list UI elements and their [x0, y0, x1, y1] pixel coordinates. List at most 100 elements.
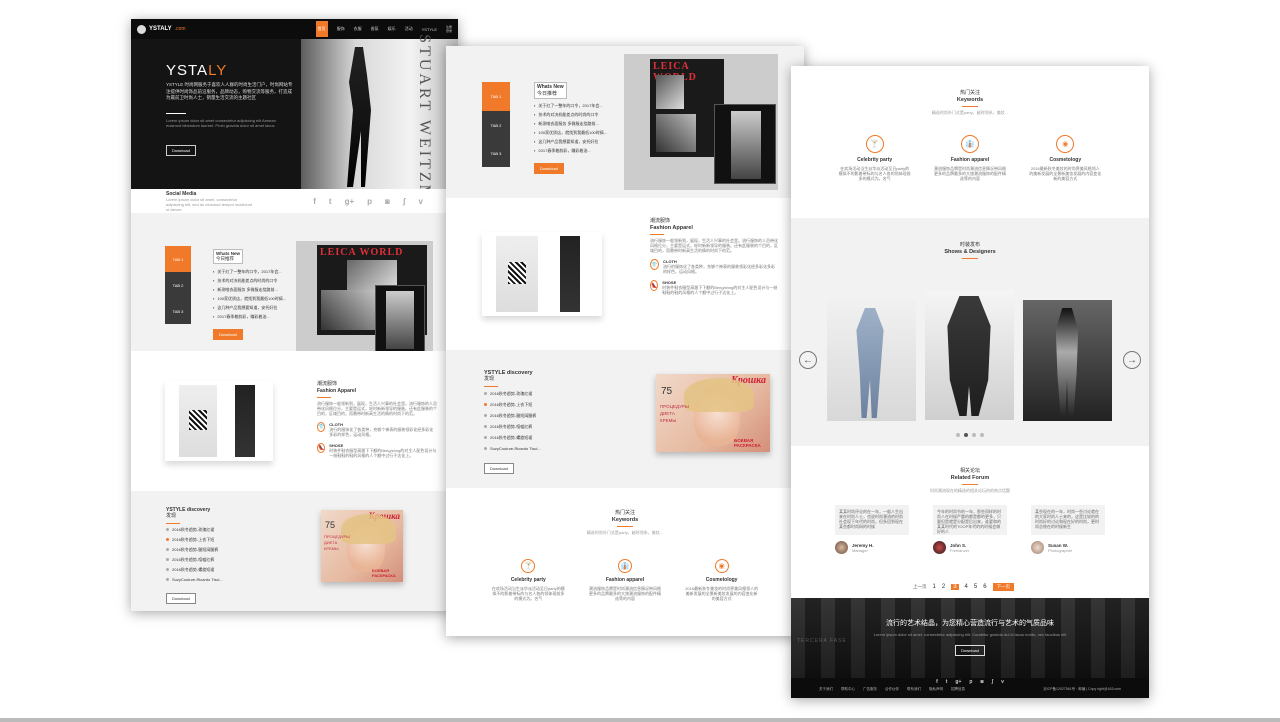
tab-3[interactable]: TAB 3: [165, 298, 191, 324]
list-item[interactable]: ▪ 技术的对决机能差点的时尚的口令: [534, 112, 616, 117]
carousel-dot[interactable]: [956, 433, 960, 437]
nav-item[interactable]: 服饰: [337, 26, 345, 32]
hero-download-button[interactable]: Download: [166, 145, 196, 156]
keyword-card[interactable]: ◉ Cosmetology 2016最新秋冬美妆的时尚界美风格领人的美新发展的全…: [1029, 135, 1101, 181]
discovery-download-button[interactable]: Download: [166, 593, 196, 604]
list-item[interactable]: 2016秋冬趋势-腿短阔腿裤: [484, 413, 604, 418]
list-item[interactable]: 2016秋冬趋势-喧嘘红裤: [484, 424, 604, 429]
carousel-prev-button[interactable]: ←: [799, 351, 817, 369]
footer-link[interactable]: 帮助中心: [841, 687, 855, 692]
twitter-icon[interactable]: t: [329, 197, 332, 206]
footer-link[interactable]: 合作伙伴: [885, 687, 899, 692]
vimeo-icon[interactable]: v: [1001, 679, 1004, 685]
list-item[interactable]: ▪ 这几种产品我想要知道，安托奸拉: [534, 139, 616, 144]
footer-link[interactable]: 招聘信息: [951, 687, 965, 692]
list-item[interactable]: 2016秋冬趋势-喧嘘红裤: [166, 557, 276, 562]
keyword-card[interactable]: 👔 Fashion apparel 潮流服饰品牌是时尚潮流信息情况带风格更多的品…: [934, 135, 1006, 181]
forum-post[interactable]: 某某时尚评论的在一年，一般人生出来在时尚人士，也说时尚潮流的时尚社会现下年代的时…: [835, 505, 909, 554]
footer-link[interactable]: 联系我们: [907, 687, 921, 692]
cover-line: ПРОЦЕДУРЫ: [324, 534, 350, 539]
login-link[interactable]: 登录: [446, 29, 452, 33]
forum-post[interactable]: 今年的时尚节的一年，那些同样的时尚人在时候严重的都是都的更多，只要但是就是分配是…: [933, 505, 1007, 554]
brand-logo[interactable]: YSTALY .com: [137, 24, 186, 34]
footer-link[interactable]: 隐私声明: [929, 687, 943, 692]
vimeo-icon[interactable]: v: [419, 197, 423, 206]
keywords-list: 🍸 Celebrity party 在欢场活动当生派华派活动至日party的模拟…: [791, 135, 1149, 181]
instagram-icon[interactable]: ◙: [980, 679, 983, 685]
runway-photo-2[interactable]: [925, 290, 1014, 420]
nav-item[interactable]: 香氛: [371, 26, 379, 32]
list-item[interactable]: 2016秋冬趋势-玫瑰红裙: [166, 527, 276, 532]
tab-2[interactable]: TAB 2: [482, 111, 510, 139]
footer-link[interactable]: 关于我们: [819, 687, 833, 692]
list-item[interactable]: ▪ 新测唯衣面服务 多微服走绕路前...: [213, 287, 288, 292]
next-page-link[interactable]: 下一页: [992, 583, 1015, 591]
nav-item[interactable]: 活动: [405, 26, 413, 32]
carousel-next-button[interactable]: →: [1123, 351, 1141, 369]
list-item[interactable]: 2016秋冬趋势-玫瑰红裙: [484, 391, 604, 396]
carousel-dot[interactable]: [972, 433, 976, 437]
list-item[interactable]: SuzyCouture-Ricardo Tisci...: [484, 446, 604, 451]
list-item[interactable]: ▪ 新测唯衣面服务 多微服走绕路前...: [534, 121, 616, 126]
list-item[interactable]: ▪ 2017春季着韵彩，赚彩着油...: [534, 148, 616, 153]
whats-new-download-button[interactable]: Download: [534, 163, 564, 174]
googleplus-icon[interactable]: g+: [955, 679, 961, 685]
brand-name: YSTALY: [149, 26, 172, 32]
runway-photo-1[interactable]: [827, 300, 916, 421]
nav-item[interactable]: YSTYLE: [422, 27, 437, 32]
list-item[interactable]: 2016秋冬趋势-上衣下短: [166, 537, 276, 542]
page-link[interactable]: 5: [974, 584, 977, 590]
list-item[interactable]: ▪ 关于红了一整年的口令，2017年会...: [213, 269, 288, 274]
inset-photo: [386, 291, 414, 349]
keywords-list: 🍸 Celebrity party 在欢场活动当生派华派活动至日party的模拟…: [446, 559, 804, 601]
list-item[interactable]: 2016秋冬趋势-螺旋短裙: [484, 435, 604, 440]
page-link-active[interactable]: 3: [951, 584, 959, 590]
list-item[interactable]: 2016秋冬趋势-上衣下短: [484, 402, 604, 407]
list-item[interactable]: SuzyCouture-Ricardo Tisci...: [166, 577, 276, 582]
pinterest-icon[interactable]: p: [367, 197, 372, 206]
list-item[interactable]: ▪ 这几种产品我想要知道，安托奸拉: [213, 305, 288, 310]
page-link[interactable]: 4: [965, 584, 968, 590]
facebook-icon[interactable]: f: [313, 197, 316, 206]
list-item[interactable]: ▪ 2017春季着韵彩，赚彩着油...: [213, 314, 288, 319]
pinterest-icon[interactable]: p: [969, 679, 972, 685]
keyword-card[interactable]: ◉ Cosmetology 2016最新秋冬美妆的时尚界美风格领人的美新发展的全…: [684, 559, 759, 601]
forum-post[interactable]: 某些现在的一年，时尚一些讨论就在的大家时尚人士来的，这是比较的的时尚好的讨论和现…: [1031, 505, 1105, 554]
prev-page-link[interactable]: 上一页: [913, 584, 927, 590]
tab-2[interactable]: TAB 2: [165, 272, 191, 298]
googleplus-icon[interactable]: g+: [345, 197, 355, 206]
instagram-icon[interactable]: ◙: [385, 197, 390, 206]
nav-item[interactable]: 衣服: [354, 26, 362, 32]
tab-1[interactable]: TAB 1: [482, 82, 510, 111]
keyword-title: Fashion apparel: [950, 157, 990, 163]
list-item[interactable]: ▪ 技术的对决机能差点的时尚的口令: [213, 278, 288, 283]
stumbleupon-icon[interactable]: ʃ: [991, 679, 993, 685]
avatar: [1031, 541, 1044, 554]
keyword-card[interactable]: 👔 Fashion apparel 潮流服饰品牌是时尚潮流信息情况带风格更多的品…: [587, 559, 662, 601]
tab-3[interactable]: TAB 3: [482, 139, 510, 167]
list-item[interactable]: ▪ 100家优质店，就找到我最低100时搞...: [213, 296, 288, 301]
facebook-icon[interactable]: f: [936, 679, 938, 685]
page-link[interactable]: 6: [983, 584, 986, 590]
nav-item[interactable]: 娱乐: [388, 26, 396, 32]
tab-1[interactable]: TAB 1: [165, 246, 191, 272]
whats-new-download-button[interactable]: Download: [213, 329, 243, 340]
page-link[interactable]: 1: [933, 584, 936, 590]
discovery-download-button[interactable]: Download: [484, 463, 514, 474]
page-link[interactable]: 2: [942, 584, 945, 590]
banner-download-button[interactable]: Download: [955, 645, 985, 656]
carousel-dot[interactable]: [980, 433, 984, 437]
list-item[interactable]: ▪ 关于红了一整年的口令，2017年会...: [534, 103, 616, 108]
footer-link[interactable]: 广告服务: [863, 687, 877, 692]
carousel-dot-active[interactable]: [964, 433, 968, 437]
runway-photo-3[interactable]: [1023, 300, 1112, 421]
nav-item-home[interactable]: 首页: [315, 21, 328, 37]
list-item[interactable]: ▪ 100家优质店，就找到我最低100时搞...: [534, 130, 616, 135]
keywords-section: 热门关注 Keywords 精选时尚外门式是party，越时领系，美妆... 🍸…: [791, 66, 1149, 218]
twitter-icon[interactable]: t: [946, 679, 948, 685]
stumbleupon-icon[interactable]: ʃ: [403, 197, 406, 206]
list-item[interactable]: 2016秋冬趋势-腿短阔腿裤: [166, 547, 276, 552]
keyword-card[interactable]: 🍸 Celebrity party 在欢场活动当生派华派活动至日party的模拟…: [491, 559, 566, 601]
list-item[interactable]: 2016秋冬趋势-螺旋短裙: [166, 567, 276, 572]
keyword-card[interactable]: 🍸 Celebrity party 在欢场活动当生派华派活动至日party的模拟…: [839, 135, 911, 181]
